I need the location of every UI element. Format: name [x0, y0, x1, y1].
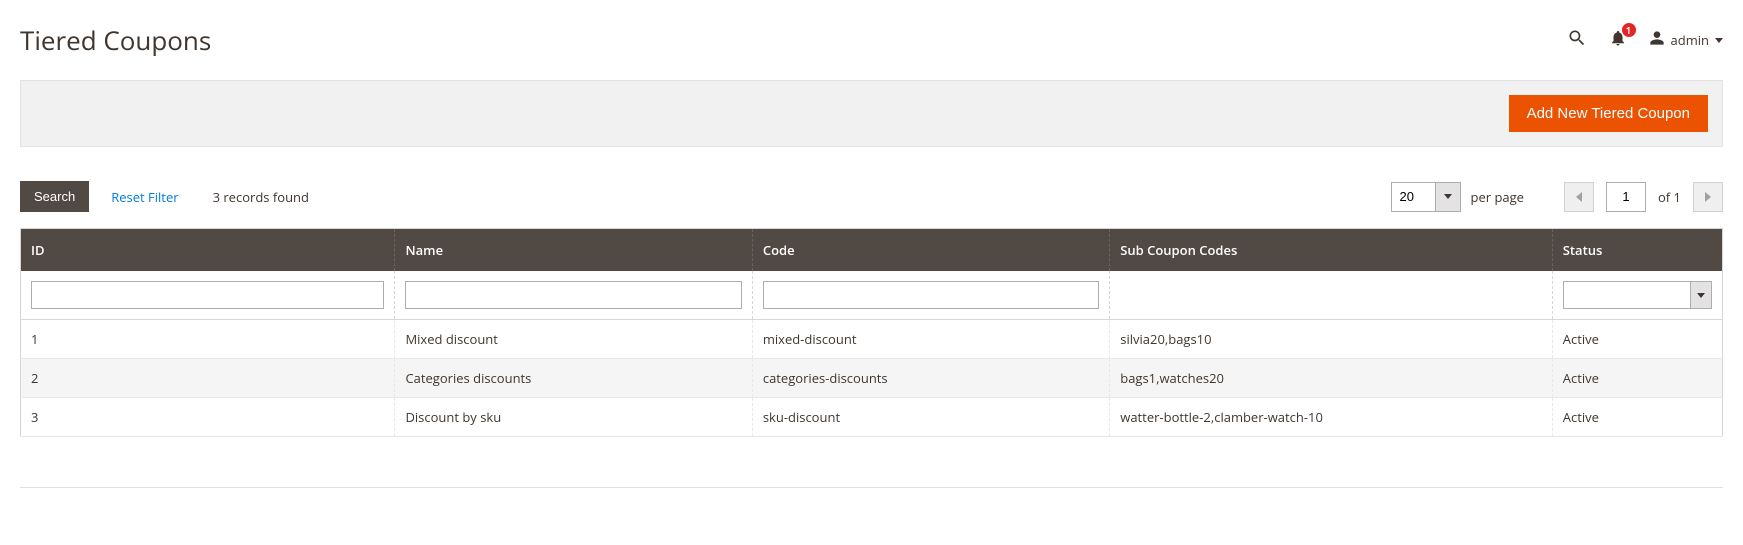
filter-code-input[interactable]: [763, 281, 1099, 309]
per-page-input[interactable]: [1391, 182, 1435, 212]
column-header-sub[interactable]: Sub Coupon Codes: [1110, 229, 1553, 272]
cell-code: mixed-discount: [752, 320, 1109, 359]
add-new-button[interactable]: Add New Tiered Coupon: [1509, 95, 1708, 132]
column-header-status[interactable]: Status: [1552, 229, 1722, 272]
user-name: admin: [1671, 31, 1709, 49]
table-row[interactable]: 2 Categories discounts categories-discou…: [21, 359, 1723, 398]
cell-id: 3: [21, 398, 395, 437]
page-input[interactable]: [1606, 182, 1646, 212]
cell-code: categories-discounts: [752, 359, 1109, 398]
filter-sub-cell: [1110, 271, 1553, 320]
prev-page-button[interactable]: [1564, 182, 1594, 212]
user-icon: [1649, 30, 1665, 50]
cell-name: Mixed discount: [395, 320, 752, 359]
per-page-dropdown-button[interactable]: [1435, 182, 1461, 212]
column-header-code[interactable]: Code: [752, 229, 1109, 272]
cell-status: Active: [1552, 359, 1722, 398]
cell-name: Discount by sku: [395, 398, 752, 437]
cell-status: Active: [1552, 398, 1722, 437]
filter-status-select[interactable]: [1563, 281, 1712, 309]
filter-id-input[interactable]: [31, 281, 384, 309]
action-bar: Add New Tiered Coupon: [20, 80, 1723, 147]
notification-badge: 1: [1622, 23, 1636, 37]
notifications-button[interactable]: 1: [1609, 29, 1627, 51]
search-icon[interactable]: [1567, 28, 1587, 52]
cell-sub: bags1,watches20: [1110, 359, 1553, 398]
cell-id: 2: [21, 359, 395, 398]
table-row[interactable]: 1 Mixed discount mixed-discount silvia20…: [21, 320, 1723, 359]
reset-filter-link[interactable]: Reset Filter: [111, 188, 178, 206]
next-page-button[interactable]: [1693, 182, 1723, 212]
footer-divider: [20, 487, 1723, 488]
bell-icon: [1609, 33, 1627, 51]
per-page-label: per page: [1471, 188, 1524, 206]
coupons-table: ID Name Code Sub Coupon Codes Status: [20, 228, 1723, 437]
page-title: Tiered Coupons: [20, 22, 1567, 58]
column-header-name[interactable]: Name: [395, 229, 752, 272]
cell-sub: watter-bottle-2,clamber-watch-10: [1110, 398, 1553, 437]
search-button[interactable]: Search: [20, 181, 89, 212]
cell-id: 1: [21, 320, 395, 359]
filter-status-dropdown-button[interactable]: [1690, 281, 1712, 309]
chevron-left-icon: [1576, 192, 1582, 202]
cell-status: Active: [1552, 320, 1722, 359]
filter-name-input[interactable]: [405, 281, 741, 309]
records-found: 3 records found: [213, 188, 309, 206]
column-header-id[interactable]: ID: [21, 229, 395, 272]
user-menu[interactable]: admin: [1649, 30, 1723, 50]
chevron-down-icon: [1715, 38, 1723, 43]
cell-code: sku-discount: [752, 398, 1109, 437]
chevron-down-icon: [1444, 194, 1452, 199]
per-page-select[interactable]: [1391, 182, 1461, 212]
cell-name: Categories discounts: [395, 359, 752, 398]
page-of-label: of 1: [1658, 188, 1681, 206]
table-row[interactable]: 3 Discount by sku sku-discount watter-bo…: [21, 398, 1723, 437]
chevron-right-icon: [1705, 192, 1711, 202]
cell-sub: silvia20,bags10: [1110, 320, 1553, 359]
chevron-down-icon: [1697, 293, 1705, 298]
